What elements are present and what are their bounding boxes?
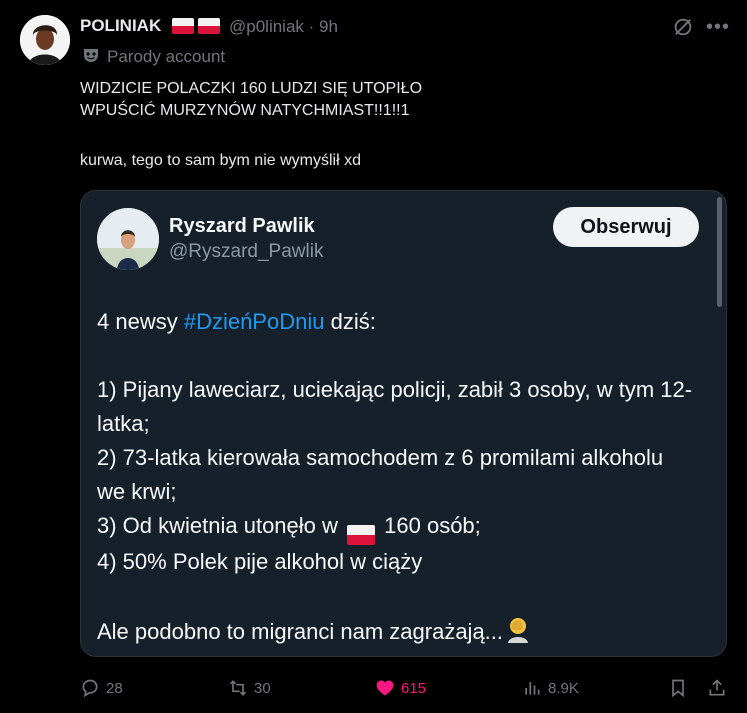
share-icon <box>709 679 725 696</box>
parody-mask-icon <box>84 49 98 62</box>
heart-icon <box>376 680 394 696</box>
quoted-author-handle[interactable]: @Ryszard_Pawlik <box>169 241 323 263</box>
post-text: WIDZICIE POLACZKI 160 LUDZI SIĘ UTOPIŁO W… <box>80 80 423 119</box>
poland-flag-emoji <box>347 525 376 545</box>
reply-icon <box>82 679 98 698</box>
poland-flag-icon <box>172 18 194 34</box>
facepalm-emoji-icon <box>508 618 529 643</box>
post-text-comment: kurwa, tego to sam bym nie wymyślił xd <box>80 152 361 169</box>
author-name[interactable]: POLINIAK <box>80 16 161 36</box>
repost-count: 30 <box>254 679 271 697</box>
views-count: 8.9K <box>548 679 579 697</box>
scrollbar-thumb[interactable] <box>717 197 722 307</box>
quoted-author-name[interactable]: Ryszard Pawlik <box>169 215 315 238</box>
follow-button[interactable]: Obserwuj <box>553 207 699 247</box>
reply-count: 28 <box>106 679 123 697</box>
share-button[interactable] <box>707 678 727 698</box>
quoted-post-card[interactable]: Ryszard Pawlik @Ryszard_Pawlik Obserwuj … <box>80 190 727 657</box>
more-options-icon[interactable]: ••• <box>706 16 730 39</box>
quoted-post-text: 4 newsy #DzieńPoDniu dziś: 1) Pijany law… <box>97 309 693 644</box>
repost-button[interactable]: 30 <box>228 678 271 698</box>
like-button[interactable]: 615 <box>375 678 426 698</box>
quoted-author-avatar[interactable] <box>97 208 159 270</box>
hashtag-link[interactable]: #DzieńPoDniu <box>184 309 325 334</box>
bookmark-button[interactable] <box>668 678 688 698</box>
poland-flag-icon <box>198 18 220 34</box>
author-avatar[interactable] <box>20 15 70 65</box>
like-count: 615 <box>401 679 427 697</box>
author-flags <box>172 18 220 34</box>
author-handle-time[interactable]: @p0liniak · 9h <box>229 17 338 37</box>
views-chart-icon <box>525 682 540 695</box>
views-button[interactable]: 8.9K <box>522 678 579 698</box>
parody-label: Parody account <box>107 47 226 66</box>
reply-button[interactable]: 28 <box>80 678 123 698</box>
grok-icon[interactable] <box>672 16 694 38</box>
bookmark-icon <box>672 679 684 698</box>
repost-icon <box>229 680 247 696</box>
